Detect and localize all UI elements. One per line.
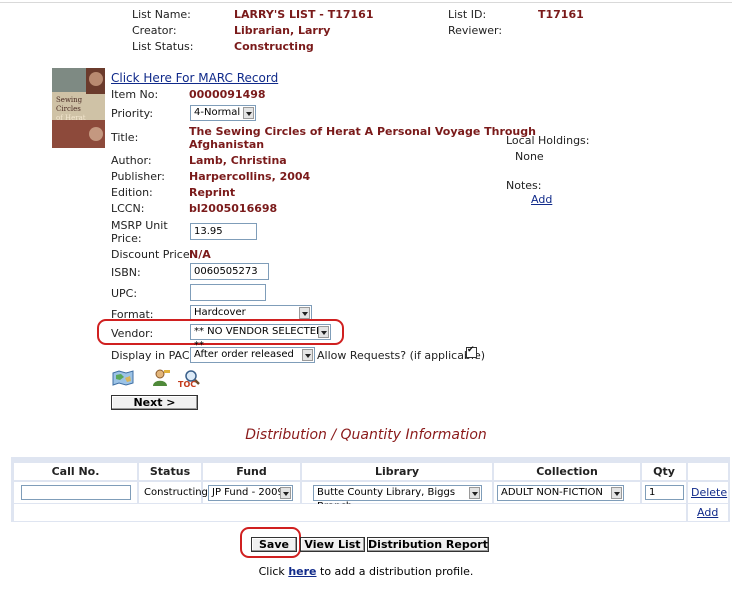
top-divider [0,2,732,3]
msrp-label-line1: MSRP Unit [111,219,168,232]
book-cover-image: Sewing Circles of Herat [52,68,105,148]
row-delete-link[interactable]: Delete [691,486,727,499]
next-button[interactable]: Next > [111,395,198,410]
allow-requests-checkbox[interactable] [466,345,477,358]
svg-text:Circles: Circles [56,105,81,113]
display-in-pac-label: Display in PAC: [111,349,194,362]
priority-select[interactable]: 4-Normal [190,105,256,121]
msrp-label-line2: Price: [111,232,142,245]
list-status-label: List Status: [132,40,194,53]
view-list-button[interactable]: View List [300,537,365,552]
toc-label: TOC [178,380,197,389]
item-no-value: 0000091498 [189,88,266,101]
notes-add-link[interactable]: Add [531,193,552,206]
fund-select[interactable]: JP Fund - 2009 [208,485,293,501]
chevron-down-icon [318,326,329,338]
list-status-value: Constructing [234,40,314,53]
add-row-spacer [14,504,686,521]
isbn-label: ISBN: [111,266,141,279]
save-button[interactable]: Save [251,537,297,552]
distribution-add-link[interactable]: Add [697,506,718,519]
click-prefix: Click [258,565,285,578]
fund-selected-value: JP Fund - 2009 [212,487,284,498]
reviewer-label: Reviewer: [448,24,503,37]
qty-input[interactable]: 1 [645,485,684,500]
column-header-status: Status [139,463,201,480]
collection-select[interactable]: ADULT NON-FICTION [497,485,624,501]
lccn-label: LCCN: [111,202,145,215]
call-no-input[interactable] [21,485,131,500]
author-label: Author: [111,154,152,167]
user-key-icon[interactable] [151,368,171,388]
list-name-value: LARRY'S LIST - T17161 [234,8,374,21]
distribution-section-title: Distribution / Quantity Information [245,427,487,443]
upc-label: UPC: [111,287,138,300]
creator-value: Librarian, Larry [234,24,331,37]
discount-price-label: Discount Price: [111,248,194,261]
display-in-pac-selected-value: After order released [194,349,294,360]
lccn-value: bl2005016698 [189,202,278,215]
format-selected-value: Hardcover [194,307,246,318]
here-link[interactable]: here [288,565,316,578]
title-label: Title: [111,131,139,144]
list-id-label: List ID: [448,8,487,21]
column-header-collection: Collection [494,463,640,480]
vendor-label: Vendor: [111,327,154,340]
publisher-label: Publisher: [111,170,166,183]
local-holdings-label: Local Holdings: [506,134,590,147]
column-header-library: Library [302,463,492,480]
title-value-line1: The Sewing Circles of Herat A Personal V… [189,125,536,138]
row-status-value: Constructing [144,487,208,498]
distribution-report-button[interactable]: Distribution Report [367,537,489,552]
priority-selected-value: 4-Normal [194,107,241,118]
collection-selected-value: ADULT NON-FICTION [501,487,603,498]
edition-label: Edition: [111,186,153,199]
library-select[interactable]: Butte County Library, Biggs Branch [313,485,482,512]
distribution-profile-hint: Click here to add a distribution profile… [0,565,732,578]
svg-text:of Herat: of Herat [56,114,86,122]
column-header-qty: Qty [642,463,686,480]
edition-value: Reprint [189,186,236,199]
author-value: Lamb, Christina [189,154,287,167]
display-in-pac-select[interactable]: After order released [190,347,315,363]
title-value-line2: Afghanistan [189,138,265,151]
column-header-actions [688,463,728,480]
chevron-down-icon [280,487,291,499]
marc-record-link[interactable]: Click Here For MARC Record [111,71,278,85]
map-icon[interactable] [112,370,134,386]
chevron-down-icon [611,487,622,499]
svg-text:Sewing: Sewing [56,96,83,104]
notes-label: Notes: [506,179,542,192]
click-suffix: to add a distribution profile. [320,565,474,578]
item-no-label: Item No: [111,88,159,101]
msrp-price-input[interactable]: 13.95 [190,223,257,240]
isbn-input[interactable]: 0060505273 [190,263,269,280]
publisher-value: Harpercollins, 2004 [189,170,311,183]
local-holdings-value: None [515,150,544,163]
creator-label: Creator: [132,24,177,37]
allow-requests-label: Allow Requests? (if applicable) [317,349,486,362]
chevron-down-icon [469,487,480,499]
discount-price-value: N/A [189,248,211,261]
priority-label: Priority: [111,107,154,120]
column-header-call-no: Call No. [14,463,137,480]
chevron-down-icon [302,349,313,361]
vendor-select[interactable]: ** NO VENDOR SELECTED ** [190,324,331,351]
list-id-value: T17161 [538,8,584,21]
column-header-fund: Fund [203,463,300,480]
list-name-label: List Name: [132,8,191,21]
upc-input[interactable] [190,284,266,301]
chevron-down-icon [243,107,254,119]
chevron-down-icon [299,307,310,319]
